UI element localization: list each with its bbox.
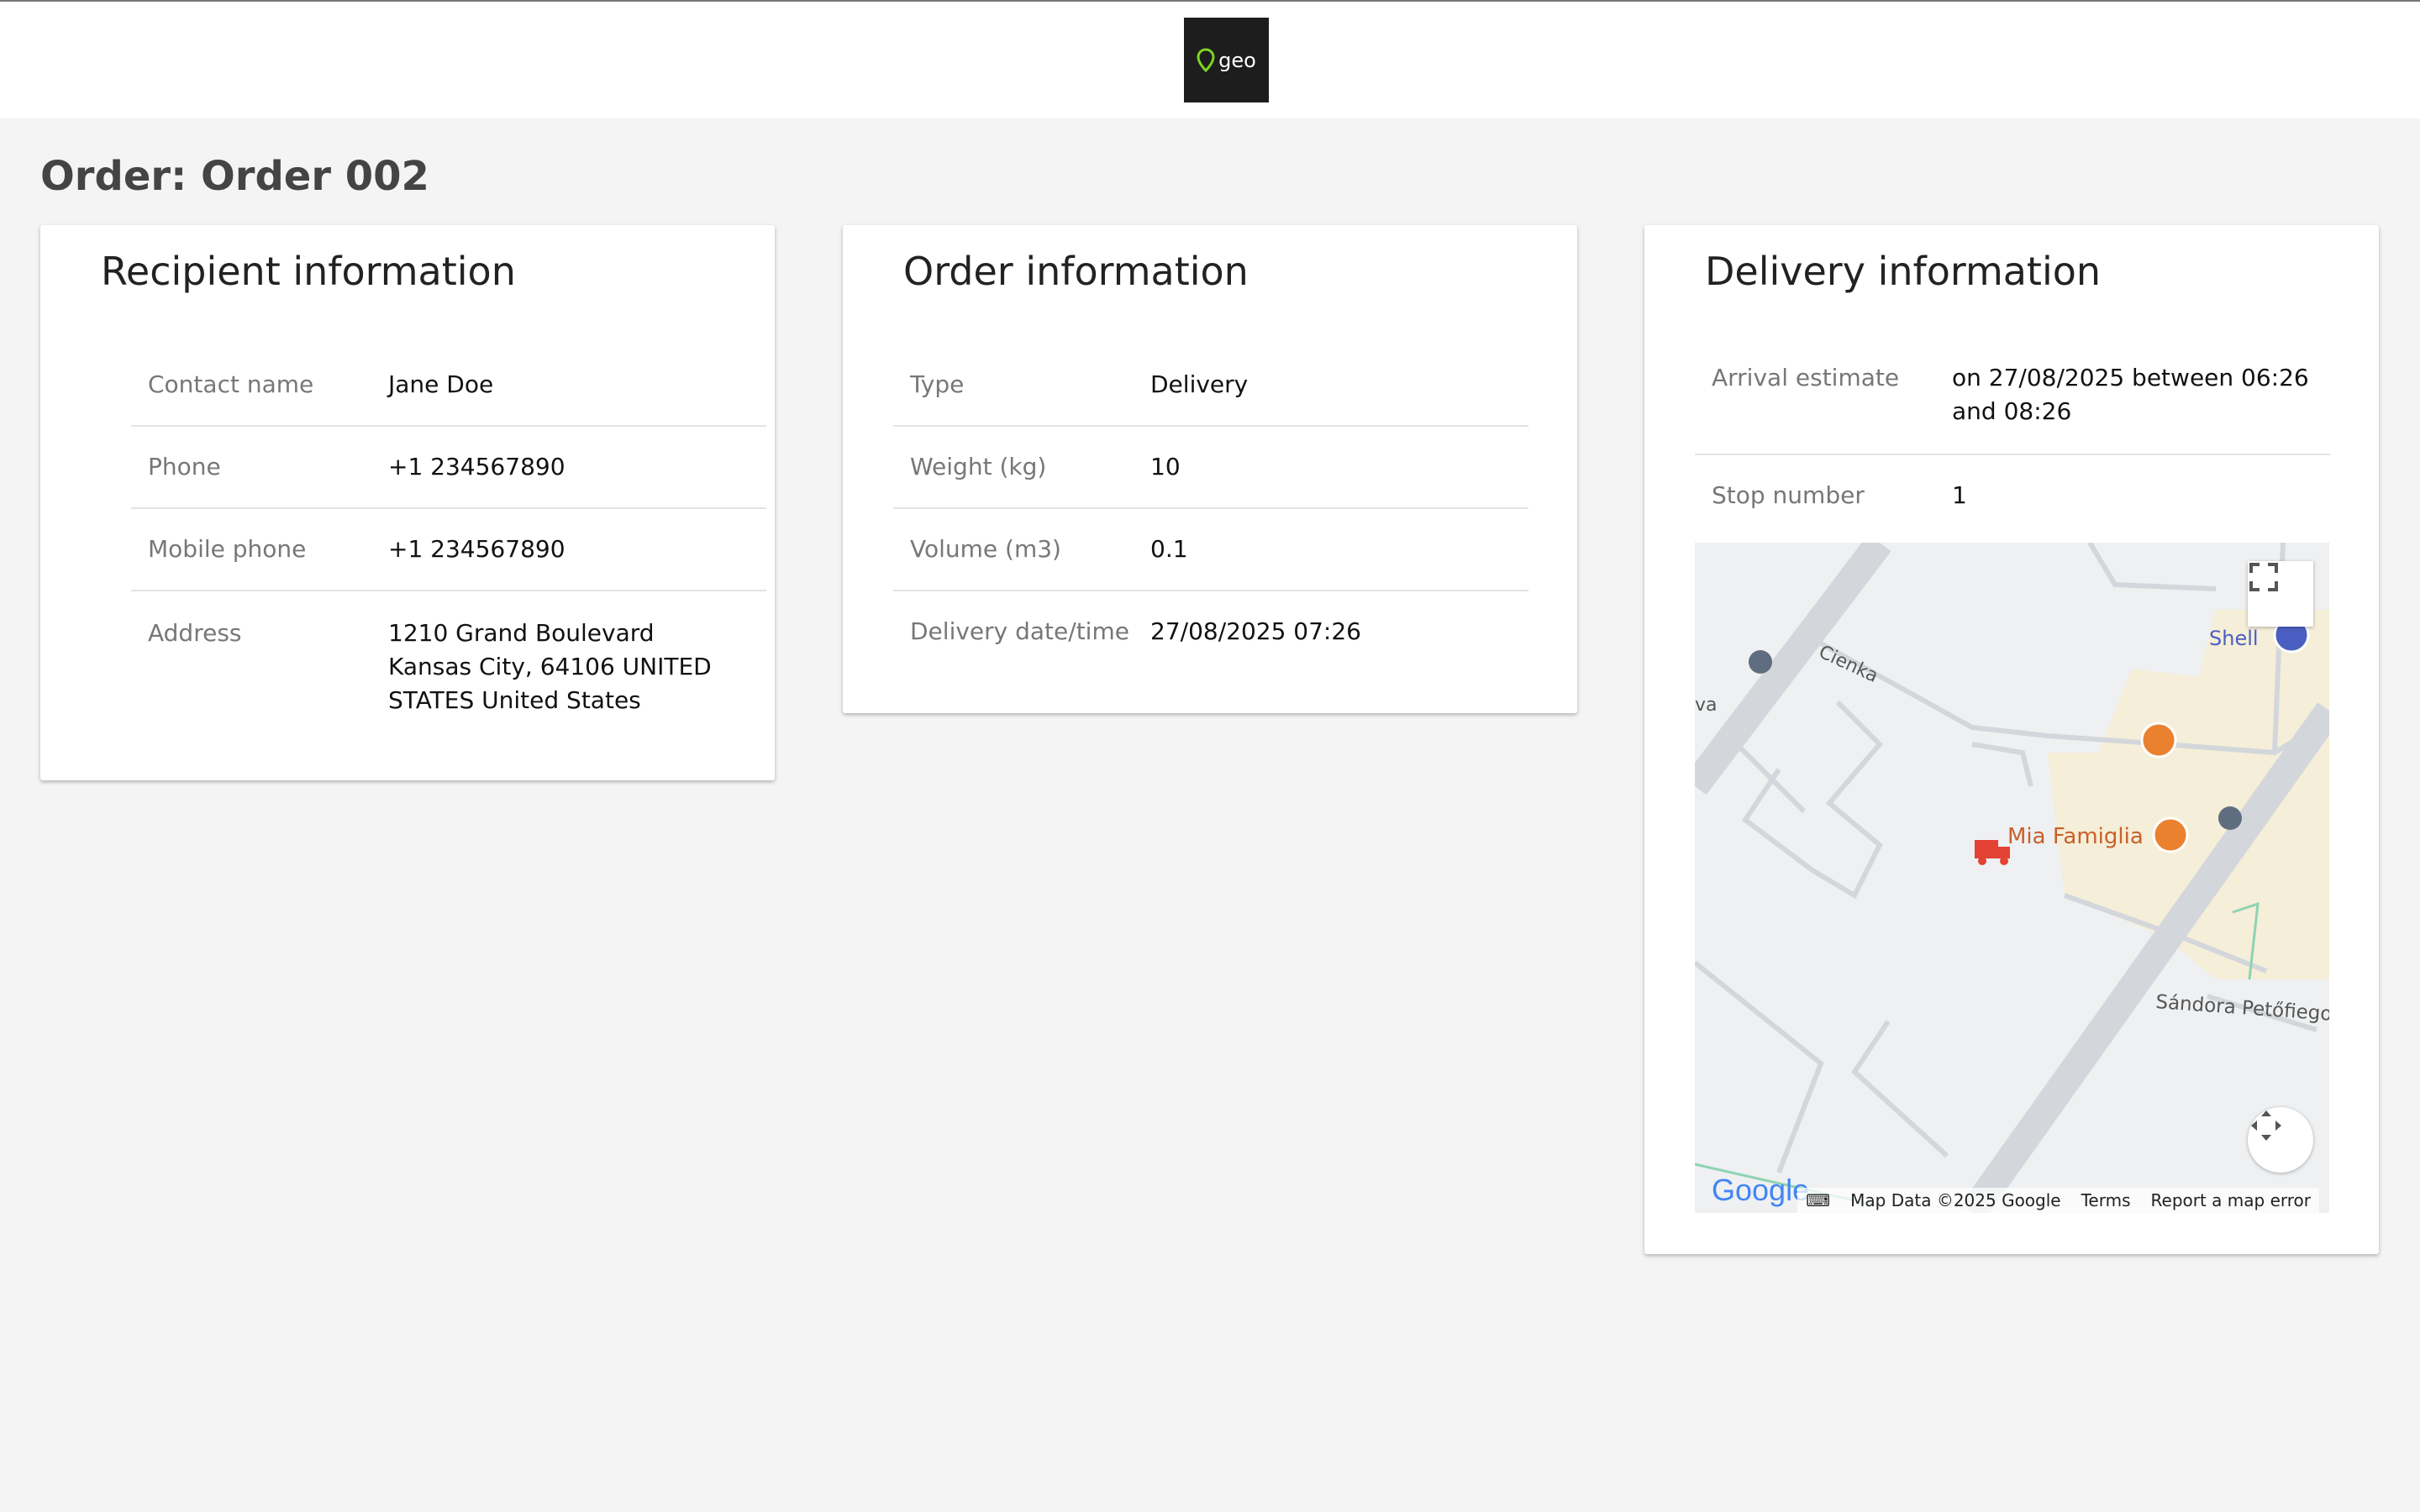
- row-value: +1 234567890: [388, 453, 566, 480]
- location-pin-icon: [1197, 47, 1215, 72]
- row-label: Contact name: [148, 370, 314, 398]
- shell-label[interactable]: Shell: [2209, 627, 2259, 650]
- map-footer: ⌨ Map Data ©2025 Google Terms Report a m…: [1797, 1188, 2319, 1213]
- delivery-truck-icon[interactable]: [1975, 840, 1998, 858]
- restaurant-icon[interactable]: [2140, 722, 2177, 759]
- truck-wheel: [1978, 857, 1986, 865]
- row-label: Weight (kg): [910, 453, 1047, 480]
- table-row: Arrival estimate on 27/08/2025 between 0…: [1695, 344, 2330, 455]
- row-label: Volume (m3): [910, 535, 1061, 563]
- delivery-map[interactable]: Cienka va Shell Mia Famiglia Sándora Pet…: [1695, 543, 2329, 1213]
- page-title: Order: Order 002: [40, 153, 429, 200]
- table-row: Delivery date/time 27/08/2025 07:26: [893, 591, 1528, 672]
- row-label: Arrival estimate: [1712, 364, 1900, 391]
- table-row: Phone +1 234567890: [131, 427, 766, 509]
- map-data-attribution[interactable]: Map Data ©2025 Google: [1850, 1190, 2060, 1210]
- fullscreen-icon: [2249, 563, 2278, 591]
- order-card: Order information Type Delivery Weight (…: [843, 225, 1577, 713]
- restaurant-label[interactable]: Mia Famiglia: [2007, 824, 2144, 849]
- fullscreen-button[interactable]: [2248, 561, 2313, 627]
- street: [1971, 742, 2033, 787]
- report-map-error-link[interactable]: Report a map error: [2151, 1190, 2311, 1210]
- geo-logo[interactable]: geo: [1184, 18, 1269, 102]
- google-logo-text: Google: [1712, 1173, 1810, 1207]
- street: [1851, 1020, 1949, 1158]
- row-value: 27/08/2025 07:26: [1150, 617, 1361, 645]
- top-bar: geo: [0, 0, 2420, 118]
- street-label-cienka: Cienka: [1815, 642, 1881, 687]
- table-row: Address 1210 Grand Boulevard Kansas City…: [131, 591, 766, 717]
- map-camera-control-button[interactable]: [2248, 1107, 2313, 1173]
- recipient-card-title: Recipient information: [101, 249, 516, 294]
- map-canvas[interactable]: Cienka va Shell Mia Famiglia Sándora Pet…: [1695, 543, 2329, 1213]
- row-value: 1210 Grand Boulevard Kansas City, 64106 …: [388, 619, 712, 714]
- order-card-title: Order information: [903, 249, 1249, 294]
- bus-stop-icon[interactable]: [2218, 806, 2242, 830]
- bus-stop-icon[interactable]: [1749, 650, 1772, 674]
- restaurant-icon[interactable]: [2152, 816, 2189, 853]
- truck-wheel: [2000, 857, 2008, 865]
- delivery-table: Arrival estimate on 27/08/2025 between 0…: [1695, 344, 2330, 536]
- row-label: Stop number: [1712, 481, 1865, 509]
- google-logo[interactable]: Google: [1712, 1173, 1809, 1208]
- row-value: Jane Doe: [388, 370, 494, 398]
- row-label: Address: [148, 619, 242, 647]
- row-value: 1: [1952, 481, 1967, 509]
- keyboard-icon[interactable]: ⌨: [1806, 1190, 1830, 1210]
- street: [1741, 700, 1884, 900]
- row-label: Delivery date/time: [910, 617, 1129, 645]
- recipient-table: Contact name Jane Doe Phone +1 234567890…: [131, 344, 766, 717]
- street-label-petofiego: Sándora Petőfiego: [2155, 991, 2329, 1026]
- table-row: Type Delivery: [893, 344, 1528, 427]
- row-label: Phone: [148, 453, 221, 480]
- table-row: Stop number 1: [1695, 455, 2330, 536]
- recipient-card: Recipient information Contact name Jane …: [40, 225, 775, 780]
- row-value: on 27/08/2025 between 06:26 and 08:26: [1952, 364, 2309, 425]
- row-value: +1 234567890: [388, 535, 566, 563]
- street: [2087, 543, 2217, 591]
- delivery-card-title: Delivery information: [1705, 249, 2102, 294]
- table-row: Weight (kg) 10: [893, 427, 1528, 509]
- row-label: Mobile phone: [148, 535, 307, 563]
- table-row: Contact name Jane Doe: [131, 344, 766, 427]
- row-value: 10: [1150, 453, 1181, 480]
- row-value: Delivery: [1150, 370, 1249, 398]
- terms-link[interactable]: Terms: [2081, 1190, 2131, 1210]
- street: [1695, 960, 1824, 1174]
- table-row: Volume (m3) 0.1: [893, 509, 1528, 591]
- street-label-edge: va: [1695, 695, 1718, 716]
- pan-arrows-icon: [2251, 1110, 2281, 1141]
- logo-text: geo: [1218, 48, 1256, 72]
- order-table: Type Delivery Weight (kg) 10 Volume (m3)…: [893, 344, 1528, 672]
- row-label: Type: [910, 370, 965, 398]
- table-row: Mobile phone +1 234567890: [131, 509, 766, 591]
- row-value: 0.1: [1150, 535, 1188, 563]
